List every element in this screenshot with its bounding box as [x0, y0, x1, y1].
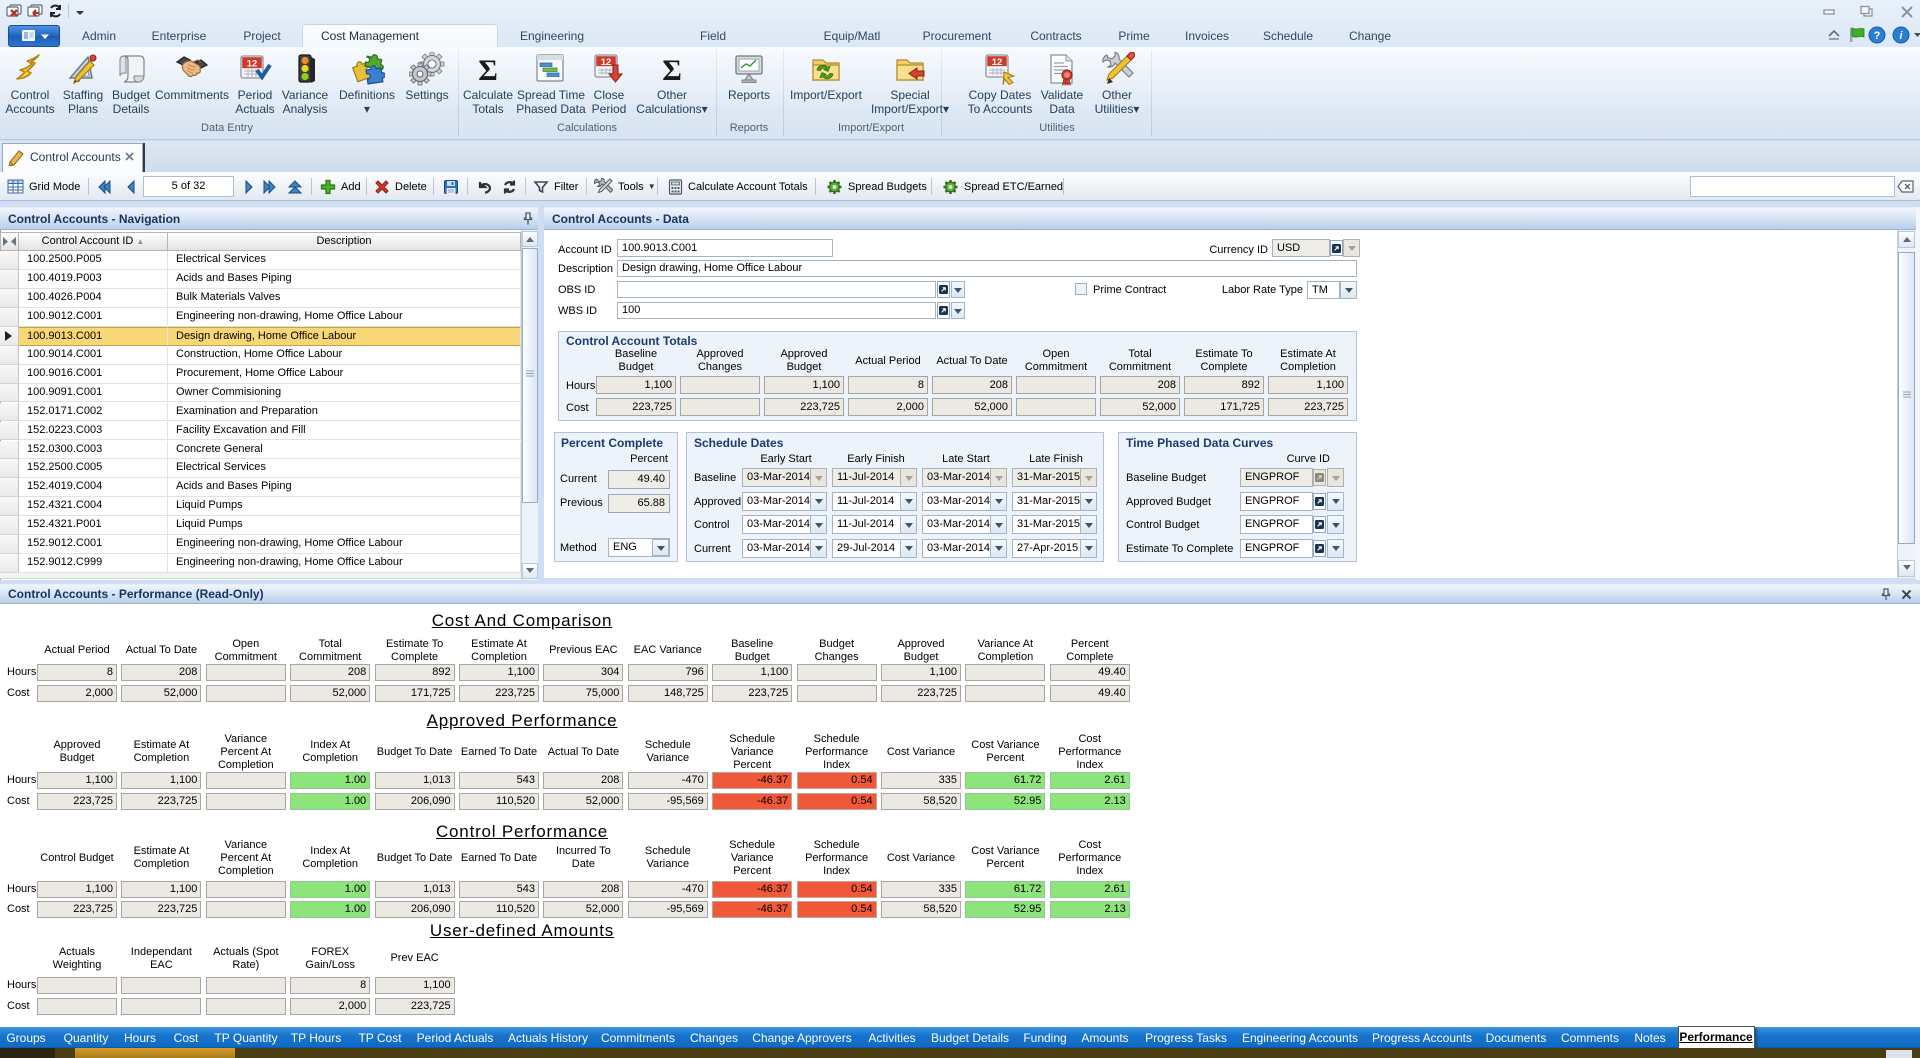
svg-text:?: ? — [1874, 30, 1881, 42]
svg-text:12: 12 — [601, 57, 612, 68]
svg-text:12: 12 — [247, 59, 258, 70]
svg-text:Σ: Σ — [478, 54, 498, 86]
svg-text:12: 12 — [992, 57, 1003, 68]
svg-text:Σ: Σ — [662, 54, 682, 86]
